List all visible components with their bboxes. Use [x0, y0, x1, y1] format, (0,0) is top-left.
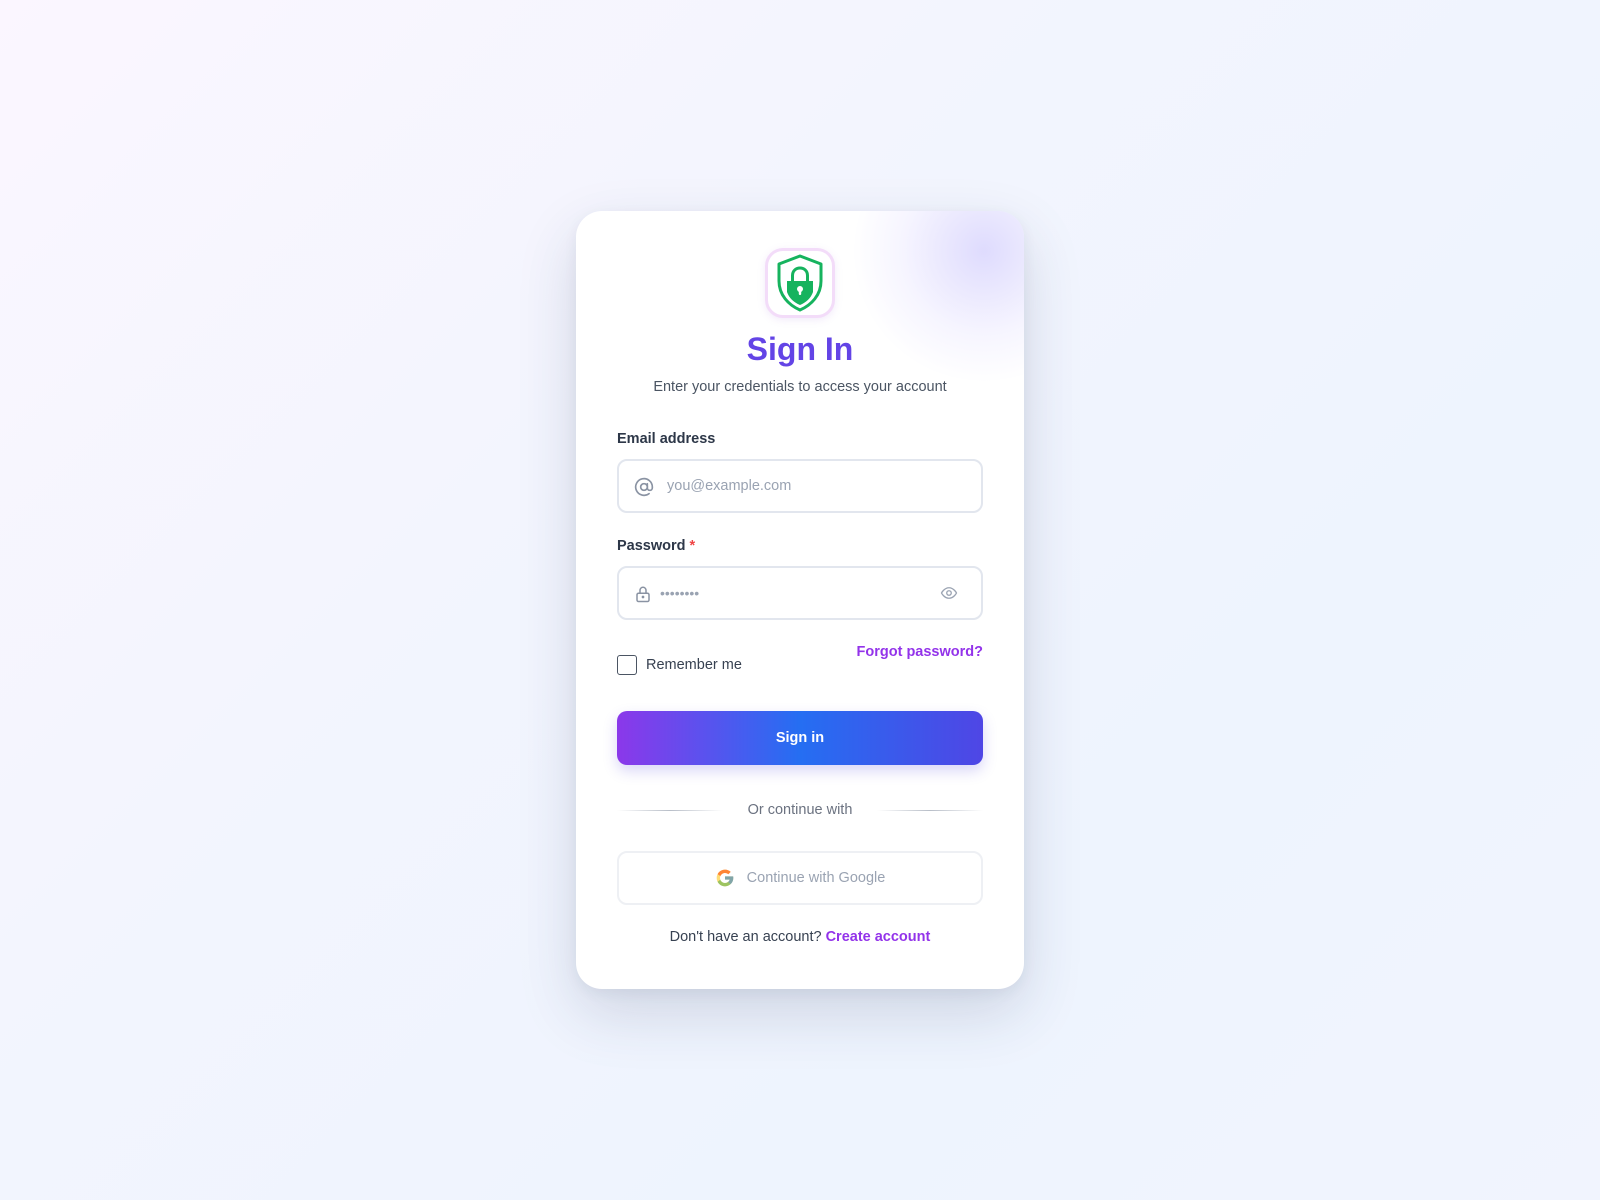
email-field[interactable] — [617, 459, 983, 513]
lock-icon — [636, 586, 650, 603]
signup-prompt: Don't have an account? Create account — [576, 929, 1024, 945]
shield-lock-icon — [777, 254, 823, 312]
signup-prompt-text: Don't have an account? — [669, 929, 822, 945]
password-input[interactable]: •••••••• — [660, 568, 699, 618]
required-marker: * — [689, 538, 696, 554]
email-label: Email address — [617, 431, 716, 447]
eye-icon[interactable] — [939, 584, 959, 602]
at-sign-icon — [634, 477, 654, 497]
page-title: Sign In — [746, 331, 854, 367]
divider: Or continue with — [617, 800, 983, 820]
divider-line-right — [877, 810, 983, 811]
google-button-label: Continue with Google — [746, 870, 886, 886]
page-subtitle: Enter your credentials to access your ac… — [653, 379, 947, 395]
password-field[interactable]: •••••••• — [617, 566, 983, 620]
signin-card: Sign In Enter your credentials to access… — [576, 211, 1024, 989]
logo-badge — [765, 248, 835, 318]
google-g-icon — [716, 869, 734, 887]
remember-checkbox[interactable] — [617, 655, 637, 675]
google-signin-button[interactable]: Continue with Google — [617, 851, 983, 905]
forgot-password-link[interactable]: Forgot password? — [857, 644, 983, 660]
sign-in-button[interactable]: Sign in — [617, 711, 983, 765]
create-account-link[interactable]: Create account — [826, 929, 931, 945]
email-input[interactable] — [667, 461, 937, 511]
remember-me[interactable]: Remember me — [617, 655, 742, 675]
password-label: Password * — [617, 538, 696, 554]
remember-label: Remember me — [646, 657, 742, 673]
